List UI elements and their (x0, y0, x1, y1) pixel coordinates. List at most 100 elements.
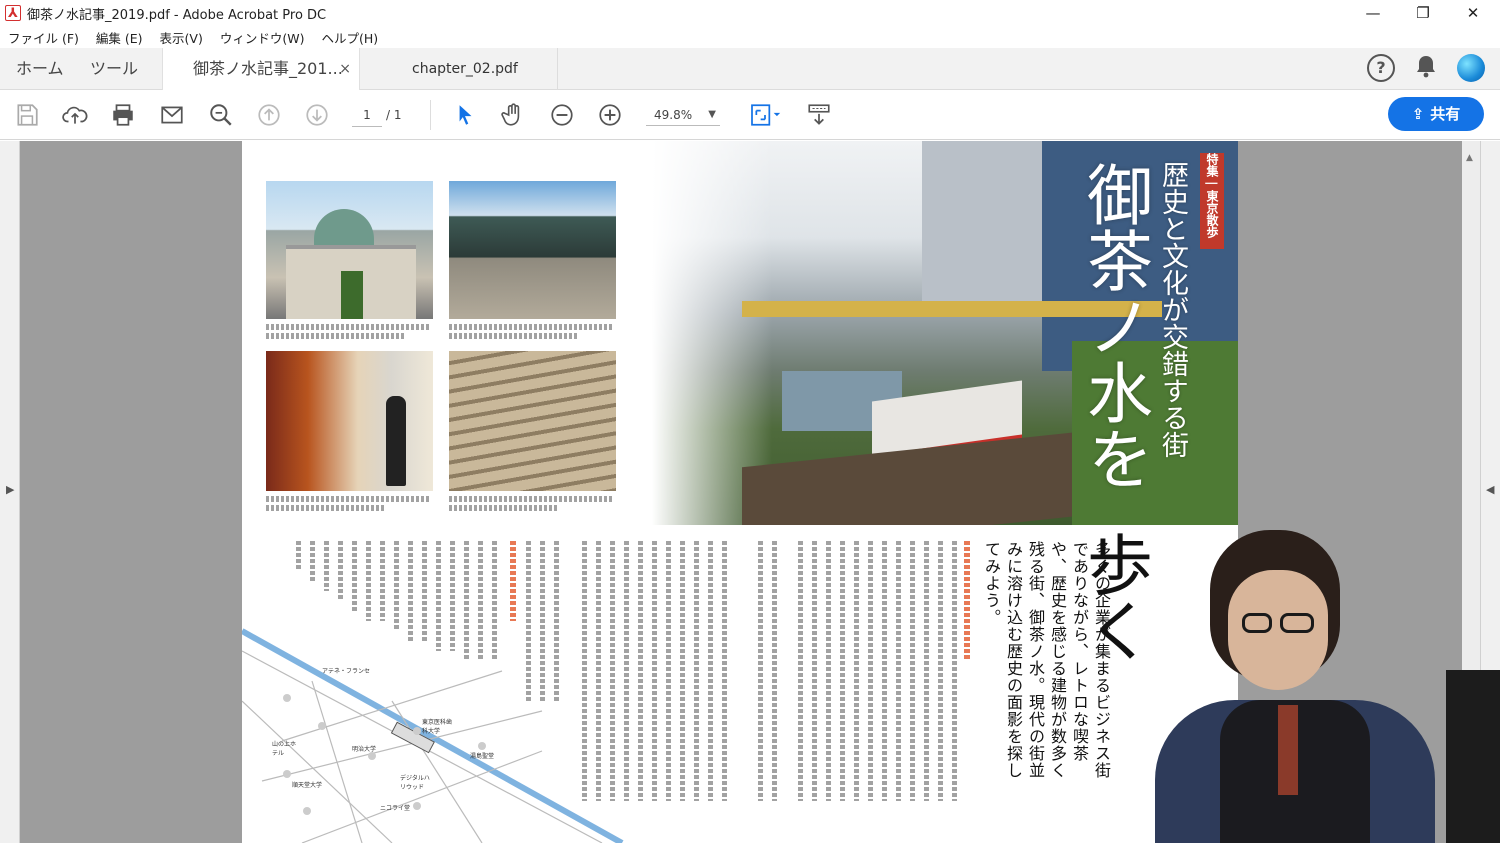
caption-2 (449, 324, 614, 330)
fit-page-icon[interactable] (745, 100, 785, 130)
body-text-column (708, 541, 713, 801)
zoom-select[interactable]: 49.8% ▼ (646, 104, 720, 126)
section-heading-1 (964, 541, 970, 661)
left-panel-toggle[interactable]: ▶ (0, 141, 20, 843)
tab-tools[interactable]: ツール (90, 48, 138, 90)
body-text-column (310, 541, 315, 581)
body-text-column (798, 541, 803, 801)
print-icon[interactable] (108, 100, 138, 130)
body-text-column (758, 541, 763, 801)
window-title: 御茶ノ水記事_2019.pdf - Adobe Acrobat Pro DC (27, 7, 327, 23)
email-icon[interactable] (157, 100, 187, 130)
page-number-input[interactable]: 1 (352, 103, 382, 127)
close-tab-icon[interactable]: × (339, 48, 351, 90)
share-button[interactable]: ⇪ 共有 (1388, 97, 1484, 131)
photo-cathedral (266, 181, 433, 319)
caption-2b (449, 333, 579, 339)
body-text-column (924, 541, 929, 801)
zoom-in-icon[interactable] (595, 100, 625, 130)
page-total: / 1 (386, 108, 402, 122)
tab-bar: ホーム ツール 御茶ノ水記事_201... × chapter_02.pdf (0, 48, 1500, 90)
body-text-column (772, 541, 777, 801)
restore-button[interactable]: ❐ (1400, 0, 1446, 26)
body-text-column (366, 541, 371, 621)
caption-4 (449, 496, 614, 502)
search-icon[interactable] (206, 100, 236, 130)
body-text-column (324, 541, 329, 591)
body-text-column (910, 541, 915, 801)
zoom-value: 49.8% (654, 108, 693, 122)
bell-icon[interactable] (1412, 54, 1440, 82)
body-text-column (680, 541, 685, 801)
save-icon[interactable] (12, 100, 42, 130)
section-heading-2 (510, 541, 516, 621)
body-text-column (338, 541, 343, 601)
avatar[interactable] (1457, 54, 1485, 82)
caption-3b (266, 505, 386, 511)
body-text-column (296, 541, 301, 571)
cloud-upload-icon[interactable] (60, 100, 90, 130)
pdf-page: 特集 | 東京散歩 歴史と文化が交錯する街 御茶ノ水を 歩く 多くの企業が集まる… (242, 141, 1238, 843)
body-text-column (868, 541, 873, 801)
body-text-column (840, 541, 845, 801)
presenter-video (1150, 525, 1440, 843)
headline-main: 御茶ノ水を (1076, 161, 1153, 491)
caption-3 (266, 496, 431, 502)
body-text-column (380, 541, 385, 621)
help-icon[interactable]: ? (1367, 54, 1395, 82)
body-text-column (854, 541, 859, 801)
zoom-out-icon[interactable] (547, 100, 577, 130)
minimize-button[interactable]: — (1350, 0, 1396, 26)
toolbar-divider (430, 100, 431, 130)
headline-sub: 歴史と文化が交錯する街 (1157, 161, 1188, 458)
body-text-column (666, 541, 671, 801)
toolbar: 1 / 1 49.8% ▼ (0, 90, 1500, 140)
menu-window[interactable]: ウィンドウ(W) (220, 28, 305, 47)
monitor-edge (1446, 670, 1500, 843)
map-label: 東京医科歯科大学 (422, 719, 453, 735)
body-text-column (938, 541, 943, 801)
menu-edit[interactable]: 編集 (E) (96, 28, 143, 47)
body-text-column (812, 541, 817, 801)
photo-temple (449, 181, 616, 319)
caption-4b (449, 505, 559, 511)
body-text-column (952, 541, 957, 801)
close-window-button[interactable]: ✕ (1450, 0, 1496, 26)
previous-page-icon[interactable] (254, 100, 284, 130)
expand-left-icon: ◀ (1486, 483, 1495, 496)
acrobat-icon: ⅄ (5, 5, 21, 21)
scroll-mode-icon[interactable] (804, 100, 834, 130)
map-label: 明治大学 (352, 746, 377, 753)
series-tag: 特集 | 東京散歩 (1200, 153, 1224, 249)
map-label: ニコライ堂 (380, 805, 411, 812)
body-text-column (882, 541, 887, 801)
tab-home[interactable]: ホーム (16, 48, 64, 90)
menu-file[interactable]: ファイル (F) (8, 28, 79, 47)
photo-guitar-street (266, 351, 433, 491)
menu-help[interactable]: ヘルプ(H) (321, 28, 378, 47)
scroll-up-icon[interactable]: ▲ (1466, 153, 1473, 163)
body-text-column (896, 541, 901, 801)
body-text-column (352, 541, 357, 611)
share-label: 共有 (1430, 105, 1461, 123)
map-label: アテネ・フランセ (322, 668, 371, 675)
next-page-icon[interactable] (302, 100, 332, 130)
body-text-column (826, 541, 831, 801)
map-label: 湯島聖堂 (470, 753, 495, 760)
photo-classroom (449, 351, 616, 491)
body-text-column (722, 541, 727, 801)
menu-bar: ファイル (F) 編集 (E) 表示(V) ウィンドウ(W) ヘルプ(H) (0, 26, 1500, 48)
share-icon: ⇪ (1411, 105, 1425, 123)
map-label: デジタルハリウッド (400, 775, 430, 791)
select-cursor-icon[interactable] (450, 100, 480, 130)
map-label: 順天堂大学 (292, 782, 323, 789)
menu-view[interactable]: 表示(V) (160, 28, 203, 47)
tab-active-document-label: 御茶ノ水記事_201... (193, 59, 343, 78)
title-bar: ⅄ 御茶ノ水記事_2019.pdf - Adobe Acrobat Pro DC (0, 0, 1500, 26)
hand-tool-icon[interactable] (498, 100, 528, 130)
body-text-column (694, 541, 699, 801)
chevron-down-icon: ▼ (708, 109, 716, 120)
tab-active-document[interactable]: 御茶ノ水記事_201... × (162, 48, 360, 90)
caption-1b (266, 333, 406, 339)
tab-second-document[interactable]: chapter_02.pdf (360, 48, 558, 90)
